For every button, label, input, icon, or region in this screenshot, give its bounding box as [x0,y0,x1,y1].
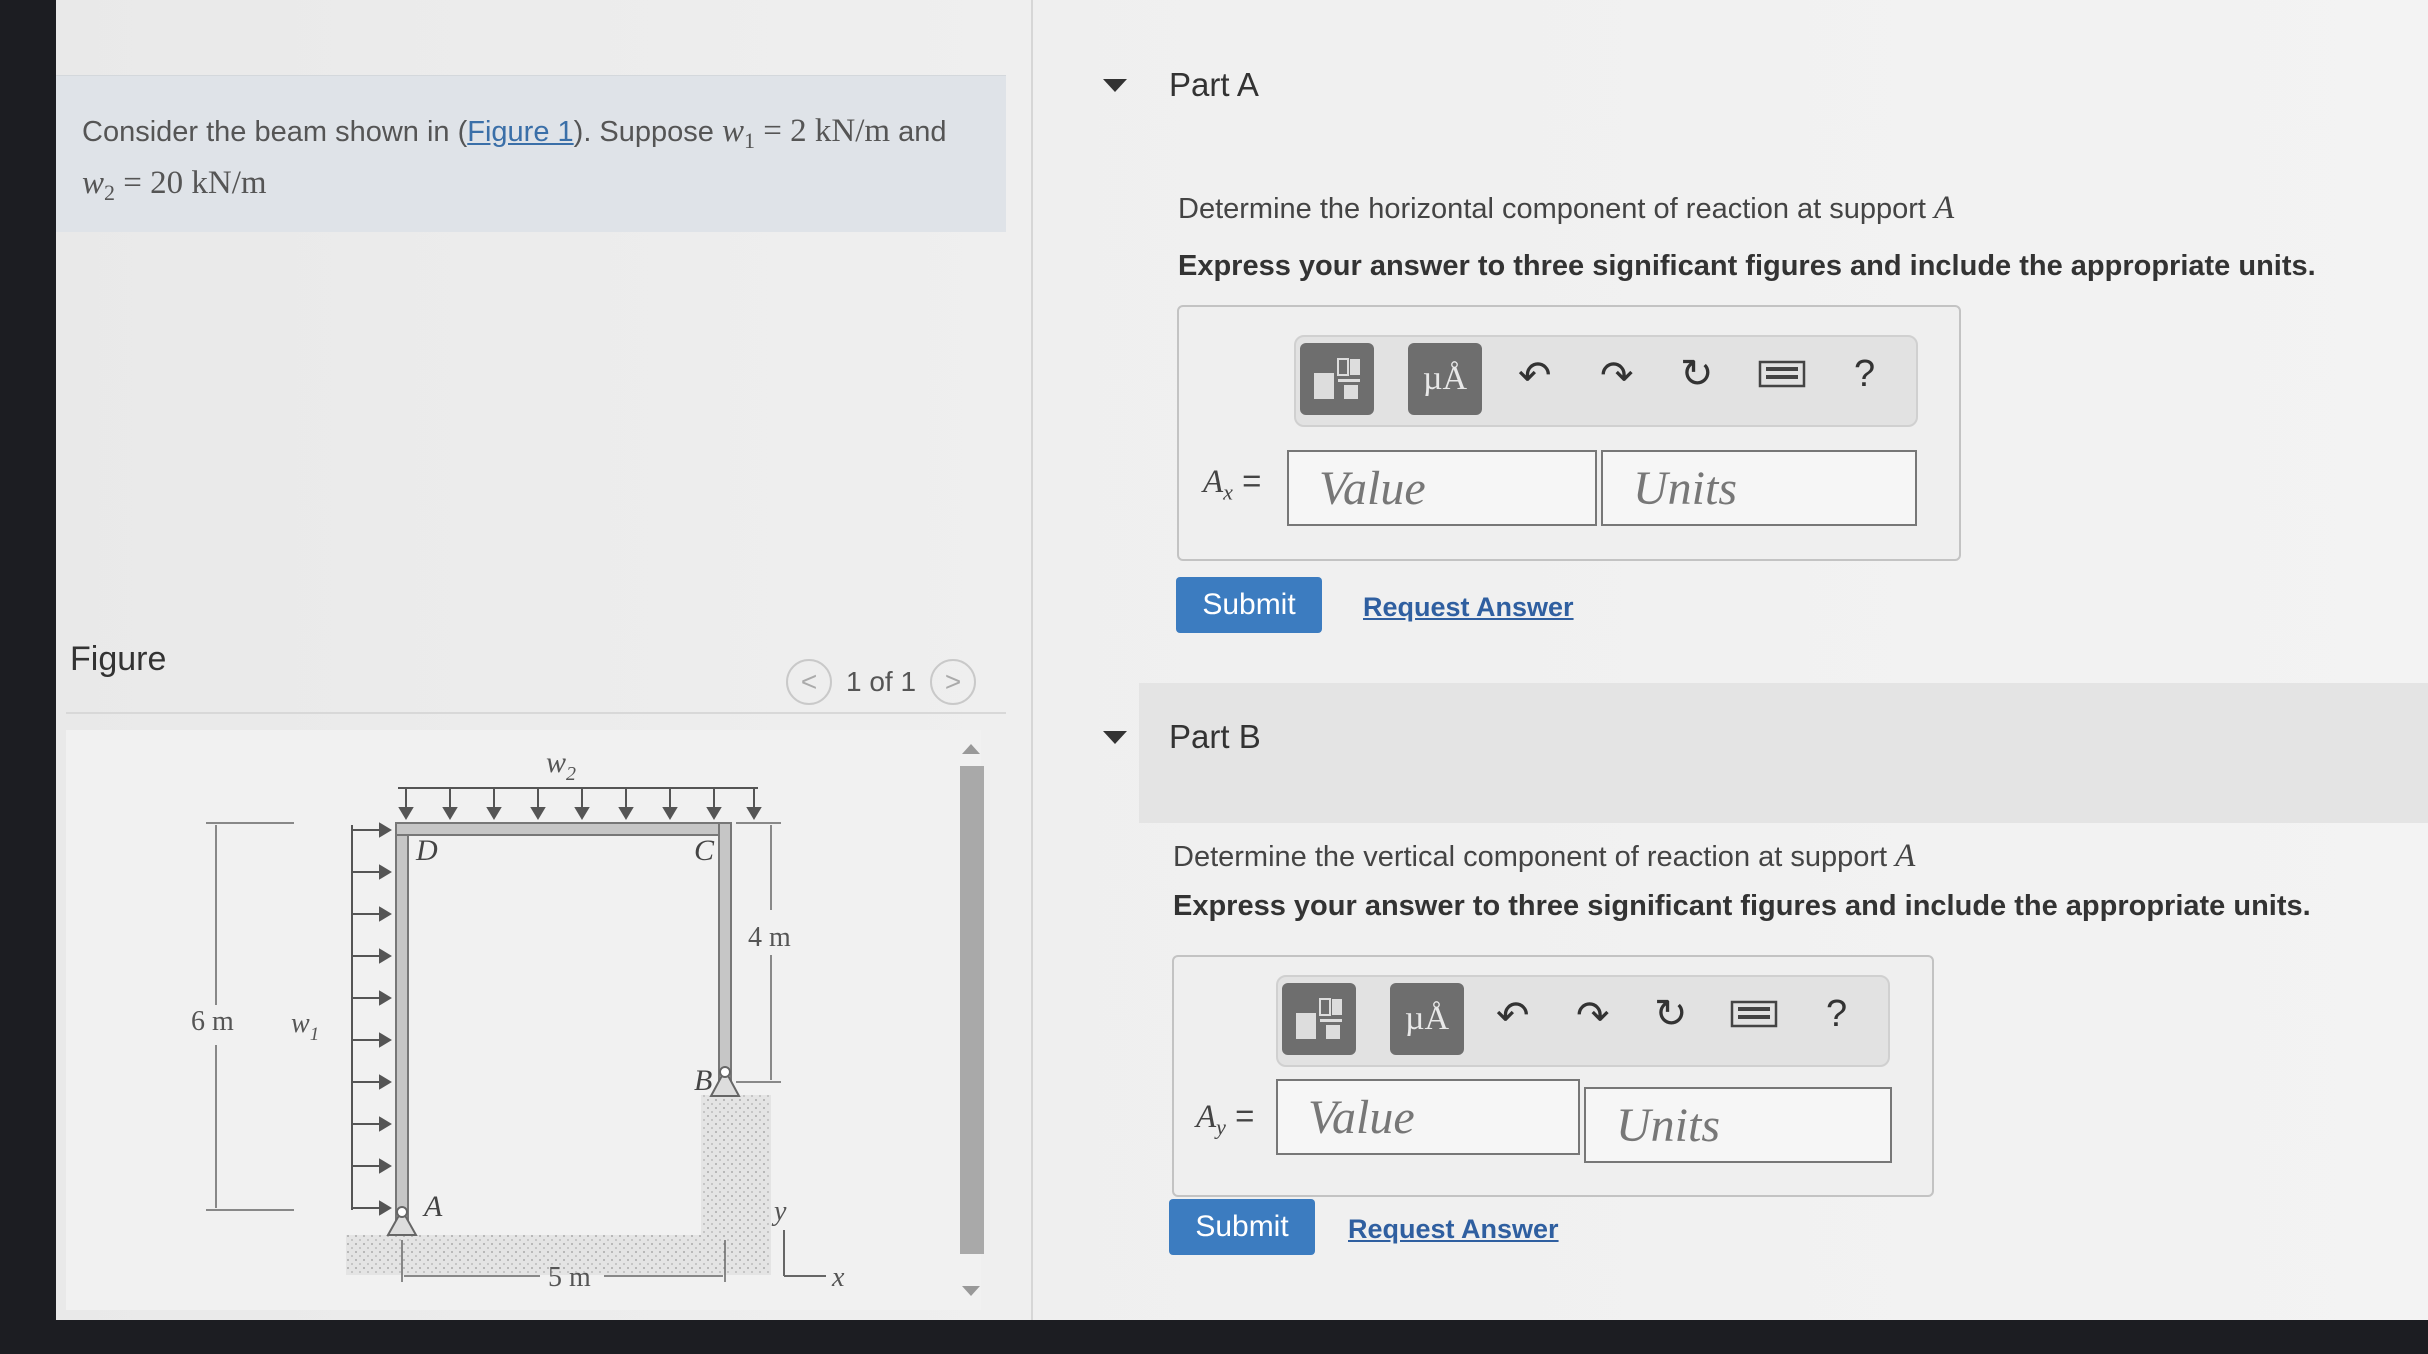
scroll-down-arrow-icon[interactable] [962,1286,980,1296]
part-b-answer-box: µÅ ↶ ↷ ↻ ? Ay = [1172,955,1934,1197]
part-a-value-input[interactable] [1287,450,1597,526]
scroll-thumb[interactable] [960,766,984,1254]
templates-icon [1296,998,1342,1039]
chevron-left-icon: < [800,666,818,697]
part-b-submit-button[interactable]: Submit [1169,1199,1315,1255]
units-icon: µÅ [1404,1000,1450,1037]
w2-subscript: 2 [104,179,116,205]
redo-icon[interactable]: ↷ [1576,993,1610,1039]
part-a-submit-button[interactable]: Submit [1176,577,1322,633]
problem-text-and: and [890,116,947,148]
help-icon[interactable]: ? [1826,993,1847,1036]
collapse-caret-icon[interactable] [1103,730,1127,744]
dimension-label-4m: 4 m [748,922,791,953]
units-button[interactable]: µÅ [1408,343,1482,415]
w2-variable: w [82,164,105,201]
scroll-up-arrow-icon[interactable] [962,744,980,754]
axis-label-y: y [771,1196,787,1227]
joint-label-b: B [694,1064,712,1097]
part-b-support-var: A [1895,838,1916,874]
w2-label: w2 [546,746,576,785]
part-a-answer-box: µÅ ↶ ↷ ↻ ? Ax = [1177,305,1961,561]
help-icon[interactable]: ? [1854,353,1875,396]
part-a-answer-label: Ax = [1203,462,1262,505]
part-a-support-var: A [1934,190,1955,226]
templates-button[interactable] [1300,343,1374,415]
reset-icon[interactable]: ↻ [1680,351,1714,397]
figure-counter: 1 of 1 [846,666,917,697]
undo-icon[interactable]: ↶ [1496,993,1530,1039]
figure-link[interactable]: Figure 1 [467,116,573,148]
problem-text-suppose: ). Suppose [573,116,722,148]
figure-prev-button[interactable]: < [786,659,832,705]
part-b-answer-label: Ay = [1196,1097,1255,1140]
redo-icon[interactable]: ↷ [1600,353,1634,399]
problem-text-start: Consider the beam shown in ( [82,116,468,148]
figure-divider [66,712,1006,714]
part-b-header-band [1139,683,2428,823]
joint-label-d: D [415,834,438,867]
ground-hatching-b [701,1095,771,1275]
undo-icon[interactable]: ↶ [1518,353,1552,399]
chevron-right-icon: > [944,666,962,697]
templates-icon [1314,358,1360,399]
figure-area: w2 w1 D C B A 4 m 6 m 5 m y x [66,730,981,1310]
templates-button[interactable] [1282,983,1356,1055]
part-a-toolbar: µÅ ↶ ↷ ↻ ? [1294,335,1918,427]
axis-label-x: x [831,1262,845,1293]
screen: Consider the beam shown in (Figure 1). S… [56,0,2428,1320]
w2-load-arrows [398,788,762,820]
part-b-toolbar: µÅ ↶ ↷ ↻ ? [1276,975,1890,1067]
part-a-instruction: Express your answer to three significant… [1178,250,2316,282]
w1-load-arrows [352,822,392,1216]
part-b-header[interactable]: Part B [1103,712,1261,762]
collapse-caret-icon[interactable] [1103,78,1127,92]
w1-variable: w [721,113,744,149]
reset-icon[interactable]: ↻ [1654,991,1688,1037]
joint-label-a: A [422,1190,443,1223]
w1-subscript: 1 [744,127,755,153]
dimension-label-5m: 5 m [548,1262,591,1293]
figure-next-button[interactable]: > [930,659,977,705]
units-button[interactable]: µÅ [1390,983,1464,1055]
right-pane: Part A Determine the horizontal componen… [1033,0,2428,1320]
member-ad [395,822,409,1236]
part-a-question: Determine the horizontal component of re… [1178,190,1955,226]
member-dc [395,822,732,836]
part-b-title: Part B [1169,718,1261,755]
ground-hatching-a [346,1235,726,1275]
part-a-units-input[interactable] [1601,450,1917,526]
part-b-units-input[interactable] [1584,1087,1892,1163]
part-b-instruction: Express your answer to three significant… [1173,890,2311,922]
joint-label-c: C [694,834,715,867]
dimension-label-6m: 6 m [191,1006,234,1037]
part-b-request-answer-link[interactable]: Request Answer [1348,1214,1559,1245]
figure-scrollbar[interactable] [958,740,986,1300]
problem-statement: Consider the beam shown in (Figure 1). S… [82,110,982,214]
part-b-question: Determine the vertical component of reac… [1173,838,1916,874]
member-cb [718,822,732,1097]
figure-navigation: < 1 of 1 > [786,659,977,705]
part-a-header[interactable]: Part A [1103,60,1259,110]
part-a-title: Part A [1169,66,1259,103]
keyboard-icon[interactable] [1730,995,1778,1040]
part-a-request-answer-link[interactable]: Request Answer [1363,592,1574,623]
figure-title: Figure [70,640,167,678]
beam-frame-diagram: w2 w1 D C B A 4 m 6 m 5 m y x [191,746,845,1293]
keyboard-icon[interactable] [1758,355,1806,400]
w1-value: = 2 kN/m [755,113,891,149]
problem-statement-box: Consider the beam shown in (Figure 1). S… [56,75,1006,232]
w2-value: = 20 kN/m [115,164,267,201]
units-icon: µÅ [1422,360,1468,397]
left-pane: Consider the beam shown in (Figure 1). S… [56,0,1031,1320]
part-b-value-input[interactable] [1276,1079,1580,1155]
w1-label: w1 [291,1008,319,1045]
